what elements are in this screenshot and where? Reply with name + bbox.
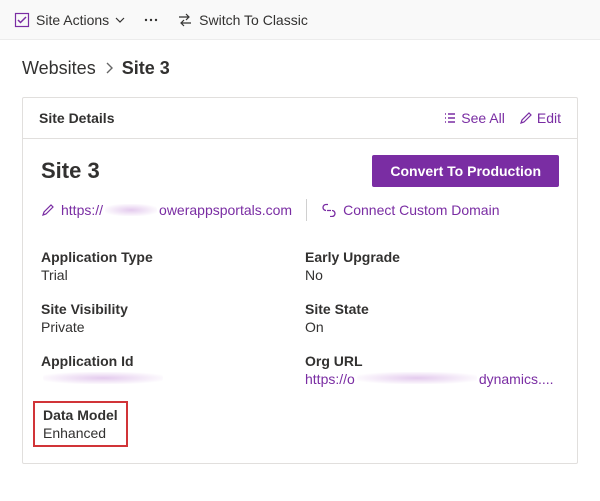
chevron-right-icon <box>104 62 114 74</box>
site-details-card: Site Details See All Edit Site 3 Convert… <box>22 97 578 464</box>
site-actions-label: Site Actions <box>36 12 109 28</box>
highlighted-field: Data Model Enhanced <box>33 401 128 447</box>
breadcrumb-separator <box>104 58 114 79</box>
url-row: https:// owerappsportals.com Connect Cus… <box>41 199 559 235</box>
top-command-bar: Site Actions Switch To Classic <box>0 0 600 40</box>
see-all-button[interactable]: See All <box>443 110 505 126</box>
field-application-type: Application Type Trial <box>41 249 295 283</box>
pencil-icon <box>519 111 533 125</box>
connect-custom-domain-button[interactable]: Connect Custom Domain <box>321 202 499 218</box>
field-value: Private <box>41 319 295 335</box>
field-value: Trial <box>41 267 295 283</box>
card-actions: See All Edit <box>443 110 561 126</box>
site-actions-menu[interactable]: Site Actions <box>14 12 125 28</box>
breadcrumb-root[interactable]: Websites <box>22 58 96 79</box>
field-label: Site State <box>305 301 559 317</box>
field-data-model: Data Model Enhanced <box>41 405 295 443</box>
field-label: Org URL <box>305 353 559 369</box>
card-header: Site Details See All Edit <box>23 98 577 139</box>
pencil-icon <box>41 203 55 217</box>
checkbox-icon <box>14 12 30 28</box>
redacted-text <box>105 204 157 216</box>
convert-to-production-button[interactable]: Convert To Production <box>372 155 559 187</box>
redacted-text <box>43 372 163 384</box>
link-icon <box>321 203 337 217</box>
field-org-url: Org URL https://odynamics.... <box>305 353 559 387</box>
field-site-visibility: Site Visibility Private <box>41 301 295 335</box>
more-actions-button[interactable] <box>143 12 159 28</box>
card-body: Site 3 Convert To Production https:// ow… <box>23 139 577 463</box>
list-icon <box>443 111 457 125</box>
details-grid: Application Type Trial Early Upgrade No … <box>41 249 559 443</box>
edit-site-url[interactable]: https:// owerappsportals.com <box>41 202 292 218</box>
field-label: Early Upgrade <box>305 249 559 265</box>
breadcrumb: Websites Site 3 <box>0 40 600 93</box>
edit-label: Edit <box>537 110 561 126</box>
chevron-down-icon <box>115 15 125 25</box>
card-title: Site Details <box>39 110 114 126</box>
vertical-separator <box>306 199 307 221</box>
heading-row: Site 3 Convert To Production <box>41 155 559 187</box>
field-label: Application Id <box>41 353 295 369</box>
switch-to-classic-button[interactable]: Switch To Classic <box>177 12 308 28</box>
redacted-text <box>357 372 477 384</box>
field-value: Enhanced <box>43 425 118 441</box>
edit-button[interactable]: Edit <box>519 110 561 126</box>
field-application-id: Application Id <box>41 353 295 387</box>
empty-cell <box>305 405 559 443</box>
swap-icon <box>177 12 193 28</box>
site-url-text: https:// owerappsportals.com <box>61 202 292 218</box>
field-early-upgrade: Early Upgrade No <box>305 249 559 283</box>
field-label: Data Model <box>43 407 118 423</box>
field-label: Application Type <box>41 249 295 265</box>
field-value: On <box>305 319 559 335</box>
breadcrumb-current: Site 3 <box>122 58 170 79</box>
site-name-heading: Site 3 <box>41 158 100 184</box>
field-value: No <box>305 267 559 283</box>
field-value <box>41 371 295 387</box>
field-label: Site Visibility <box>41 301 295 317</box>
field-site-state: Site State On <box>305 301 559 335</box>
connect-domain-label: Connect Custom Domain <box>343 202 499 218</box>
field-value[interactable]: https://odynamics.... <box>305 371 559 387</box>
switch-classic-label: Switch To Classic <box>199 12 308 28</box>
more-horizontal-icon <box>143 12 159 28</box>
see-all-label: See All <box>461 110 505 126</box>
